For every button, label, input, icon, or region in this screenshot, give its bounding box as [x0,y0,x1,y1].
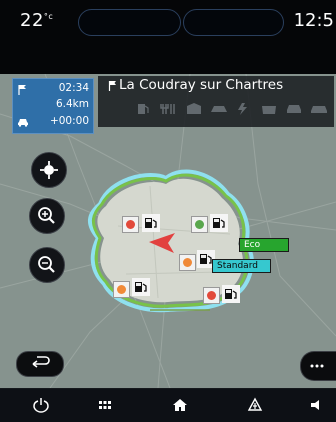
charging-station-icon[interactable] [132,278,150,296]
bottom-navigation [0,388,336,422]
remaining-distance: 6.4km [55,98,89,110]
volume-icon [311,400,319,410]
poi-vehicle-icon [311,106,327,113]
arrival-time: 02:34 [58,82,89,94]
home-icon [173,399,187,411]
standard-route-label[interactable]: Standard [212,259,271,273]
zoom-out-button[interactable] [29,247,65,283]
poi-fuel-icon [138,104,149,114]
poi-charging-icon [238,103,247,115]
station-status-marker[interactable] [113,281,130,298]
poi-restaurant-icon [160,104,175,114]
car-icon [18,119,28,127]
more-options-button[interactable] [300,351,336,381]
temperature: 22°c [20,10,54,31]
home-button[interactable] [170,396,190,414]
navigation-button[interactable] [245,396,265,414]
status-dot [126,220,135,229]
station-status-marker[interactable] [122,216,139,233]
power-icon [33,398,49,413]
charging-station-icon[interactable] [222,285,240,303]
zoom-in-button[interactable] [29,198,65,234]
zoom-in-icon [38,207,55,224]
more-icon [310,364,324,368]
back-button[interactable] [16,351,64,377]
charging-station-icon[interactable] [210,214,228,232]
apps-icon [99,401,111,409]
station-status-marker[interactable] [191,216,208,233]
poi-hotel-icon [187,103,201,114]
volume-button[interactable] [307,396,327,414]
apps-button[interactable] [95,396,115,414]
zoom-out-icon [38,256,55,273]
trip-delay: +00:00 [49,115,89,127]
status-dot [183,258,192,267]
status-dot [117,285,126,294]
eco-route-label[interactable]: Eco [239,238,289,252]
crosshair-icon [40,161,58,179]
top-pill-left[interactable] [78,9,181,36]
back-arrow-icon [32,356,50,368]
flag-icon [108,81,116,91]
status-dot [195,220,204,229]
station-status-marker[interactable] [203,287,220,304]
power-button[interactable] [31,396,51,414]
station-status-marker[interactable] [179,254,196,271]
clock: 12:5 [293,10,334,31]
trip-summary[interactable]: 02:34 6.4km +00:00 [12,78,94,134]
destination-flag-icon [18,85,26,95]
destination-panel[interactable]: La Coudray sur Chartres [98,76,334,127]
status-bar: 22°c 12:5 [0,0,336,74]
charging-station-icon[interactable] [142,214,160,232]
top-pill-right[interactable] [183,9,284,36]
navigation-icon [247,397,263,411]
poi-parking-icon [211,106,227,112]
poi-car-service-icon [287,105,301,113]
current-position-arrow [149,233,175,253]
poi-shop-icon [262,106,276,114]
destination-name: La Coudray sur Chartres [119,77,284,93]
status-dot [207,291,216,300]
poi-icons-row [118,100,330,118]
recenter-button[interactable] [31,152,67,188]
